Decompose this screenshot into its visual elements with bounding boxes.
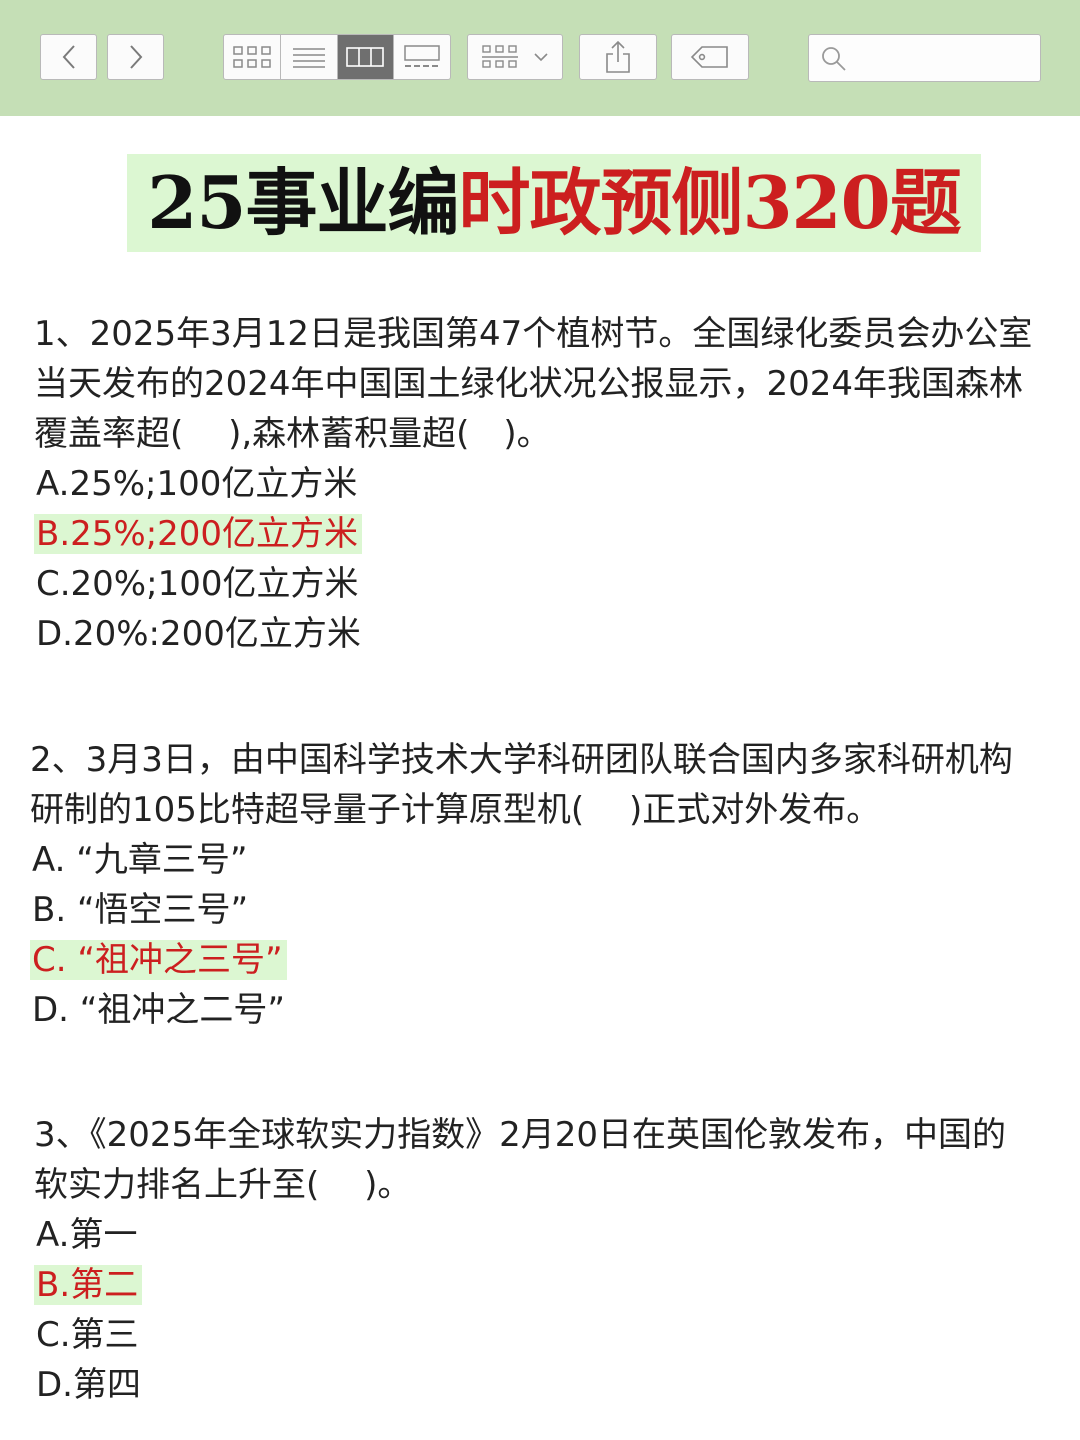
column-view-icon: [346, 47, 385, 67]
group-by-dropdown[interactable]: [467, 34, 563, 80]
share-icon: [606, 40, 630, 73]
title-banner: 25事业编时政预侧320题: [127, 154, 981, 252]
question-text: 3、《2025年全球软实力指数》2月20日在英国伦敦发布，中国的软实力排名上升至…: [34, 1115, 1007, 1205]
grid-view-button[interactable]: [224, 35, 281, 79]
option-b: B. “悟空三号”: [32, 890, 249, 930]
forward-button[interactable]: [107, 34, 164, 80]
question-3: 3、《2025年全球软实力指数》2月20日在英国伦敦发布，中国的软实力排名上升至…: [34, 1110, 1034, 1410]
list-view-button[interactable]: [281, 35, 338, 79]
option-d: D. “祖冲之二号”: [32, 990, 286, 1030]
chevron-right-icon: [129, 45, 142, 69]
search-input[interactable]: [855, 41, 1034, 77]
chevron-down-icon: [534, 53, 548, 62]
title-red-part: 时政预侧320题: [458, 160, 961, 245]
question-text: 2、3月3日，由中国科学技术大学科研团队联合国内多家科研机构研制的105比特超导…: [30, 740, 1013, 830]
title-black-part: 25事业编: [147, 160, 459, 245]
option-a: A.25%;100亿立方米: [36, 464, 358, 504]
gallery-view-icon: [404, 45, 440, 67]
back-button[interactable]: [40, 34, 97, 80]
option-b-correct: B.第二: [34, 1260, 1034, 1310]
page-title: 25事业编时政预侧320题: [147, 167, 962, 239]
option-c: C.20%;100亿立方米: [36, 564, 359, 604]
question-1: 1、2025年3月12日是我国第47个植树节。全国绿化委员会办公室当天发布的20…: [34, 309, 1034, 659]
share-button[interactable]: [579, 34, 657, 80]
option-a: A. “九章三号”: [32, 840, 248, 880]
option-d: D.20%:200亿立方米: [36, 614, 361, 654]
option-c-correct: C. “祖冲之三号”: [30, 935, 1030, 985]
option-b-correct: B.25%;200亿立方米: [34, 509, 1034, 559]
column-view-button[interactable]: [337, 35, 395, 79]
question-2: 2、3月3日，由中国科学技术大学科研团队联合国内多家科研机构研制的105比特超导…: [30, 735, 1030, 1035]
tag-icon: [690, 46, 728, 68]
search-icon: [822, 47, 846, 71]
search-field[interactable]: [808, 34, 1041, 82]
view-mode-segmented-control: [223, 34, 451, 80]
grid-view-icon: [233, 46, 271, 68]
tag-button[interactable]: [671, 34, 749, 80]
question-text: 1、2025年3月12日是我国第47个植树节。全国绿化委员会办公室当天发布的20…: [34, 314, 1033, 454]
option-a: A.第一: [36, 1215, 138, 1255]
option-d: D.第四: [36, 1365, 141, 1405]
chevron-left-icon: [62, 45, 75, 69]
option-c: C.第三: [36, 1315, 139, 1355]
toolbar: [0, 0, 1080, 116]
list-view-icon: [292, 48, 325, 68]
gallery-view-button[interactable]: [394, 35, 450, 79]
group-by-icon: [482, 45, 518, 68]
